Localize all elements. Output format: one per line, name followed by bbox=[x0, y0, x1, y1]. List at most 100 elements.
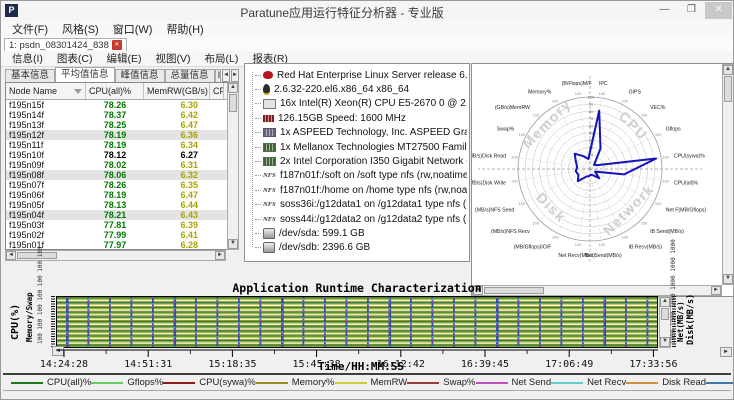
minimize-button[interactable]: — bbox=[651, 2, 678, 19]
scroll-up-icon[interactable]: ▲ bbox=[723, 65, 733, 75]
maximize-button[interactable]: ❐ bbox=[678, 2, 705, 19]
table-row[interactable]: f195n15f78.266.30 bbox=[6, 100, 238, 110]
scroll-up-icon[interactable]: ▲ bbox=[228, 83, 238, 93]
tab-close-icon[interactable]: ✕ bbox=[112, 40, 122, 50]
svg-text:100: 100 bbox=[575, 242, 582, 247]
menu-bar: 文件(F)风格(S)窗口(W)帮助(H) bbox=[1, 21, 733, 38]
radar-vertical-scrollbar[interactable]: ▲ ▼ bbox=[722, 64, 734, 285]
chart-scroll-right-icon[interactable]: ► bbox=[720, 347, 732, 357]
menu-item[interactable]: 窗口(W) bbox=[106, 21, 160, 37]
cell-node-name: f195n15f bbox=[6, 100, 86, 110]
legend-item: Disk Read bbox=[626, 377, 706, 388]
scroll-up-icon[interactable]: ▲ bbox=[660, 297, 670, 307]
table-row[interactable]: f195n09f78.026.31 bbox=[6, 160, 238, 170]
nfs-icon: NFS bbox=[263, 187, 276, 194]
list-item[interactable]: 16x Intel(R) Xeon(R) CPU E5-2670 0 @ 2.6… bbox=[249, 97, 467, 111]
list-item[interactable]: 1x Mellanox Technologies MT27500 Family … bbox=[249, 140, 467, 154]
scrollbar-thumb[interactable] bbox=[661, 308, 669, 320]
info-tab[interactable]: 峰值信息 bbox=[115, 69, 165, 82]
menu-item[interactable]: 文件(F) bbox=[5, 21, 55, 37]
legend-line-icon bbox=[407, 382, 439, 384]
svg-text:16:39:45: 16:39:45 bbox=[461, 359, 509, 370]
table-row[interactable]: f195n03f77.816.39 bbox=[6, 220, 238, 230]
tab-scroll-left-icon[interactable]: ◄ bbox=[222, 69, 230, 82]
toolbar-item[interactable]: 视图(V) bbox=[149, 51, 198, 66]
table-row[interactable]: f195n05f78.136.44 bbox=[6, 200, 238, 210]
table-row[interactable]: f195n07f78.266.35 bbox=[6, 180, 238, 190]
chart-title: Application Runtime Characterization bbox=[56, 281, 658, 295]
table-row[interactable]: f195n11f78.196.34 bbox=[6, 140, 238, 150]
tree-branch-icon bbox=[255, 219, 261, 220]
scrollbar-thumb[interactable] bbox=[724, 76, 732, 102]
scroll-down-icon[interactable]: ▼ bbox=[723, 274, 733, 284]
list-item[interactable]: 2x Intel Corporation I350 Gigabit Networ… bbox=[249, 154, 467, 168]
info-tab[interactable]: 总量信息 bbox=[165, 69, 215, 82]
scroll-right-icon[interactable]: ► bbox=[711, 286, 721, 295]
info-tab[interactable]: IB信息 bbox=[215, 69, 222, 82]
cell-memrw: 6.30 bbox=[144, 100, 210, 110]
close-button[interactable]: ✕ bbox=[705, 2, 732, 19]
table-row[interactable]: f195n12f78.196.36 bbox=[6, 130, 238, 140]
scroll-left-icon[interactable]: ◄ bbox=[6, 251, 16, 260]
table-row[interactable]: f195n14f78.376.42 bbox=[6, 110, 238, 120]
scroll-down-icon[interactable]: ▼ bbox=[228, 239, 238, 249]
svg-text:80: 80 bbox=[589, 109, 594, 114]
list-item[interactable]: NFSf187n01f:/home on /home type nfs (rw,… bbox=[249, 183, 467, 197]
list-item[interactable]: NFSf187n01f:/soft on /soft type nfs (rw,… bbox=[249, 169, 467, 183]
info-tab[interactable]: 基本信息 bbox=[5, 69, 55, 82]
svg-text:100: 100 bbox=[641, 112, 648, 117]
toolbar-item[interactable]: 布局(L) bbox=[198, 51, 246, 66]
document-tab[interactable]: 1: psdn_08301424_838 ✕ bbox=[4, 38, 127, 52]
list-item[interactable]: /dev/sdb: 2396.6 GB bbox=[249, 241, 467, 255]
table-row[interactable]: f195n02f77.996.41 bbox=[6, 230, 238, 240]
column-header[interactable]: CPU(all)% bbox=[86, 83, 144, 99]
scroll-down-icon[interactable]: ▼ bbox=[660, 337, 670, 347]
document-tab-label: 1: psdn_08301424_838 bbox=[9, 40, 109, 51]
svg-text:Memory%: Memory% bbox=[528, 89, 552, 95]
table-row[interactable]: f195n04f78.216.43 bbox=[6, 210, 238, 220]
toolbar-item[interactable]: 信息(I) bbox=[5, 51, 50, 66]
cell-memrw: 6.28 bbox=[144, 240, 210, 250]
legend-label: Net Recv bbox=[587, 377, 626, 388]
list-item[interactable]: Red Hat Enterprise Linux Server release … bbox=[249, 68, 467, 82]
column-header[interactable]: Node Name bbox=[6, 83, 86, 99]
svg-text:(GB/s)MemRW: (GB/s)MemRW bbox=[495, 105, 530, 111]
menu-item[interactable]: 风格(S) bbox=[55, 21, 106, 37]
legend-item: CPU(sywa)% bbox=[163, 377, 255, 388]
list-item[interactable]: 126.15GB Speed: 1600 MHz bbox=[249, 111, 467, 125]
legend-label: MemRW bbox=[371, 377, 408, 388]
toolbar-item[interactable]: 图表(C) bbox=[50, 51, 100, 66]
table-vertical-scrollbar[interactable]: ▲ ▼ bbox=[227, 82, 239, 250]
tree-branch-icon bbox=[255, 233, 261, 234]
list-item[interactable]: 1x ASPEED Technology, Inc. ASPEED Graphi… bbox=[249, 126, 467, 140]
table-row[interactable]: f195n13f78.256.47 bbox=[6, 120, 238, 130]
svg-text:IPC: IPC bbox=[599, 81, 608, 87]
list-item[interactable]: NFSsoss36i:/g12data1 on /g12data1 type n… bbox=[249, 198, 467, 212]
tab-scroll-right-icon[interactable]: ► bbox=[231, 69, 239, 82]
cell-node-name: f195n04f bbox=[6, 210, 86, 220]
table-row[interactable]: f195n10f78.126.27 bbox=[6, 150, 238, 160]
cell-cpu: 78.19 bbox=[86, 140, 144, 150]
column-header[interactable]: MemRW(GB/s) bbox=[144, 83, 210, 99]
legend-item: Gflops% bbox=[91, 377, 163, 388]
nfs-icon: NFS bbox=[263, 201, 276, 208]
list-item[interactable]: NFSsoss44i:/g12data2 on /g12data2 type n… bbox=[249, 212, 467, 226]
scrollbar-thumb[interactable] bbox=[229, 94, 237, 112]
toolbar-item[interactable]: 编辑(E) bbox=[100, 51, 149, 66]
tree-branch-icon bbox=[255, 175, 261, 176]
list-item[interactable]: 2.6.32-220.el6.x86_64 x86_64 bbox=[249, 82, 467, 96]
table-row[interactable]: f195n08f78.066.32 bbox=[6, 170, 238, 180]
cell-memrw: 6.32 bbox=[144, 170, 210, 180]
left-axis-label-cpu: CPU(%) bbox=[10, 304, 21, 340]
scroll-right-icon[interactable]: ► bbox=[215, 251, 225, 260]
list-item-text: 1x ASPEED Technology, Inc. ASPEED Graphi… bbox=[280, 127, 467, 138]
column-header[interactable]: CF bbox=[210, 83, 224, 99]
info-tab[interactable]: 平均值信息 bbox=[55, 67, 115, 82]
list-item[interactable]: /dev/sda: 599.1 GB bbox=[249, 226, 467, 240]
menu-item[interactable]: 帮助(H) bbox=[159, 21, 210, 37]
table-row[interactable]: f195n06f78.196.47 bbox=[6, 190, 238, 200]
tree-branch-icon bbox=[255, 247, 261, 248]
svg-text:Net F(MB/Gflops): Net F(MB/Gflops) bbox=[666, 208, 707, 214]
svg-text:Gflops: Gflops bbox=[666, 126, 681, 132]
cell-cpu: 78.26 bbox=[86, 180, 144, 190]
